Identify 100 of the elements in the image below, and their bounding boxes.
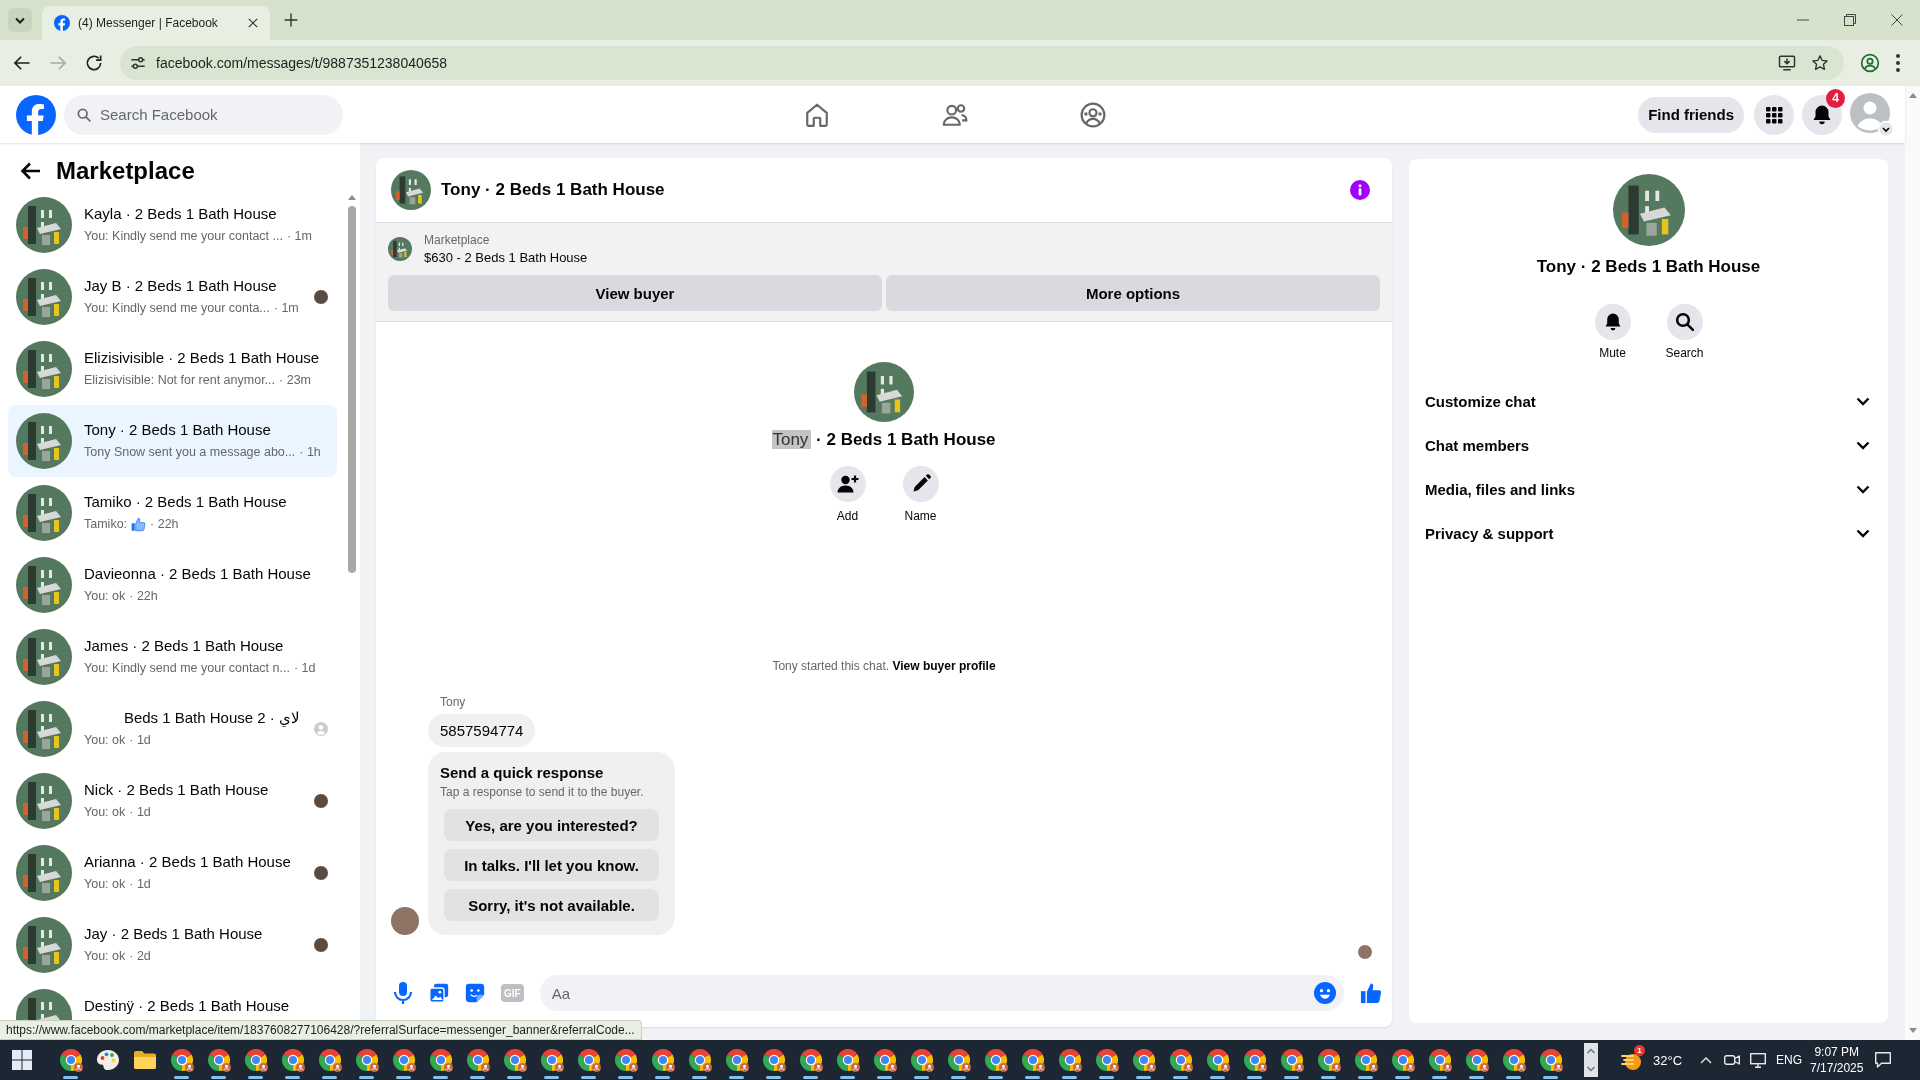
read-receipt-icon: [314, 938, 328, 952]
conversation-item[interactable]: Elizisivisible · 2 Beds 1 Bath House Elizisivisible: Not for rent anymor... · 23m: [8, 333, 337, 405]
read-receipt-icon: [314, 866, 328, 880]
quick-reply-button[interactable]: Yes, are you interested?: [444, 809, 659, 841]
section-header[interactable]: Privacy & support: [1417, 511, 1880, 555]
chevron-down-icon: [1856, 440, 1870, 450]
conversation-name: Nick · 2 Beds 1 Bath House: [84, 781, 270, 799]
reload-icon[interactable]: [84, 53, 104, 73]
microphone-icon[interactable]: [393, 982, 413, 1004]
info-icon[interactable]: [1350, 180, 1370, 200]
chevron-down-icon: [1856, 528, 1870, 538]
conversation-item[interactable]: Davieonna · 2 Beds 1 Bath House You: ok · 22h: [8, 549, 337, 621]
read-receipt-icon: [314, 794, 328, 808]
page-scrollbar[interactable]: [1905, 86, 1920, 1040]
browser-icon: [1353, 1048, 1378, 1072]
chat-action-button[interactable]: Mute: [1582, 304, 1643, 360]
conversation-item[interactable]: Nick · 2 Beds 1 Bath House You: ok · 1d: [8, 765, 337, 837]
sender-name: Tony: [440, 695, 466, 709]
chat-start-notice: Tony started this chat. View buyer profile: [772, 659, 996, 673]
conversation-item[interactable]: Tony · 2 Beds 1 Bath House Tony Snow sent you a message abo... · 1h: [8, 405, 337, 477]
browser-icon: [946, 1048, 971, 1072]
browser-icon: [687, 1048, 712, 1072]
message-time: · 1d: [129, 804, 151, 820]
browser-icon: [576, 1048, 601, 1072]
search-icon: [76, 106, 92, 123]
quick-response-hint: Tap a response to send it to the buyer.: [440, 785, 645, 799]
quick-reply-button[interactable]: In talks. I'll let you know.: [444, 849, 659, 881]
profile-action-button[interactable]: Name: [895, 466, 946, 523]
search-field[interactable]: Search Facebook: [64, 94, 343, 135]
thumbs-up-icon[interactable]: [1360, 982, 1382, 1004]
address-bar[interactable]: facebook.com/messages/t/9887351238040658: [120, 46, 1844, 80]
grid-menu-icon[interactable]: [1754, 94, 1794, 135]
conversation-name: Elizisivisible · 2 Beds 1 Bath House: [84, 349, 321, 367]
browser-icon: [650, 1048, 675, 1072]
conversation-item[interactable]: Jay · 2 Beds 1 Bath House You: ok · 2d: [8, 909, 337, 981]
video-camera-icon[interactable]: [1724, 1053, 1741, 1067]
browser-icon: [1094, 1048, 1119, 1072]
browser-icon: [1131, 1048, 1156, 1072]
plus-icon[interactable]: [284, 13, 298, 27]
conversation-name: Kayla · 2 Beds 1 Bath House: [84, 205, 278, 223]
section-header[interactable]: Customize chat: [1417, 379, 1880, 423]
conversation-name: لاي · 2 Beds 1 Bath House: [122, 709, 300, 727]
caret-icon[interactable]: [8, 8, 32, 32]
listing-photo: [16, 269, 72, 325]
conversation-item[interactable]: James · 2 Beds 1 Bath House You: Kindly send me your contact n... · 1d: [8, 621, 337, 693]
person-circle-icon: [1080, 101, 1106, 128]
chat-action-button[interactable]: Search: [1654, 304, 1715, 360]
chat-title: Tony · 2 Beds 1 Bath House: [441, 180, 665, 200]
emoji-icon[interactable]: [1314, 982, 1336, 1004]
language-indicator[interactable]: ENG: [1776, 1053, 1803, 1067]
scroll-arrows-icon[interactable]: [1584, 1043, 1598, 1077]
star-icon[interactable]: [1811, 54, 1829, 72]
message-preview: You: ok: [84, 948, 126, 964]
quick-reply-button[interactable]: Sorry, it's not available.: [444, 889, 659, 921]
listing-action-button[interactable]: View buyer: [388, 275, 882, 311]
facebook-logo[interactable]: [16, 94, 56, 135]
browser-icon: [243, 1048, 268, 1072]
tune-icon[interactable]: [130, 55, 146, 71]
browser-icon: [909, 1048, 934, 1072]
conversation-item[interactable]: Jay B · 2 Beds 1 Bath House You: Kindly send me your conta... · 1m: [8, 261, 337, 333]
browser-tab[interactable]: (4) Messenger | Facebook: [42, 6, 270, 40]
chevron-up-icon[interactable]: [1700, 1056, 1713, 1064]
back-icon[interactable]: [12, 53, 32, 73]
sticker-icon[interactable]: [465, 983, 485, 1003]
message-time: · 1d: [129, 876, 151, 892]
notification-icon[interactable]: [1875, 1052, 1892, 1068]
quick-response-title: Send a quick response: [440, 764, 605, 781]
browser-icon: [391, 1048, 416, 1072]
buyer-profile-link[interactable]: View buyer profile: [892, 659, 996, 673]
restore-icon[interactable]: [1843, 14, 1856, 26]
listing-photo: [16, 701, 72, 757]
message-preview: You: ok: [84, 804, 126, 820]
section-header[interactable]: Chat members: [1417, 423, 1880, 467]
windows-start-icon[interactable]: [12, 1050, 32, 1070]
status-url-tooltip: https://www.facebook.com/marketplace/item/1837608277106428/?referralSurface=messenger_banner&referralCode...: [0, 1020, 642, 1040]
temperature: 32°C: [1653, 1052, 1683, 1068]
profile-icon[interactable]: [1860, 53, 1880, 73]
listing-photo: [854, 362, 914, 422]
browser-icon: [539, 1048, 564, 1072]
clock-time: 9:07 PM: [1814, 1044, 1860, 1060]
close-icon[interactable]: [1890, 14, 1903, 26]
listing-action-button[interactable]: More options: [886, 275, 1380, 311]
monitor-download-icon[interactable]: [1778, 54, 1796, 72]
browser-icon: [1020, 1048, 1045, 1072]
browser-icon: [983, 1048, 1008, 1072]
listing-photo: [16, 629, 72, 685]
profile-action-button[interactable]: Add: [822, 466, 873, 523]
conversation-item[interactable]: Kayla · 2 Beds 1 Bath House You: Kindly send me your contact ... · 1m: [8, 189, 337, 261]
section-header[interactable]: Media, files and links: [1417, 467, 1880, 511]
find-friends-button[interactable]: Find friends: [1638, 96, 1744, 133]
message-field[interactable]: Aa: [539, 975, 1344, 1011]
conversation-item[interactable]: Arianna · 2 Beds 1 Bath House You: ok · 1d: [8, 837, 337, 909]
monitor-icon[interactable]: [1750, 1052, 1767, 1068]
add-person-icon: [829, 466, 866, 502]
more-icon[interactable]: [1896, 54, 1900, 72]
browser-icon: [1168, 1048, 1193, 1072]
thumbs-up-icon: [131, 516, 147, 532]
conversation-item[interactable]: Tamiko · 2 Beds 1 Bath House Tamiko: · 22h: [8, 477, 337, 549]
image-icon[interactable]: [429, 983, 449, 1003]
close-icon[interactable]: [248, 18, 258, 28]
